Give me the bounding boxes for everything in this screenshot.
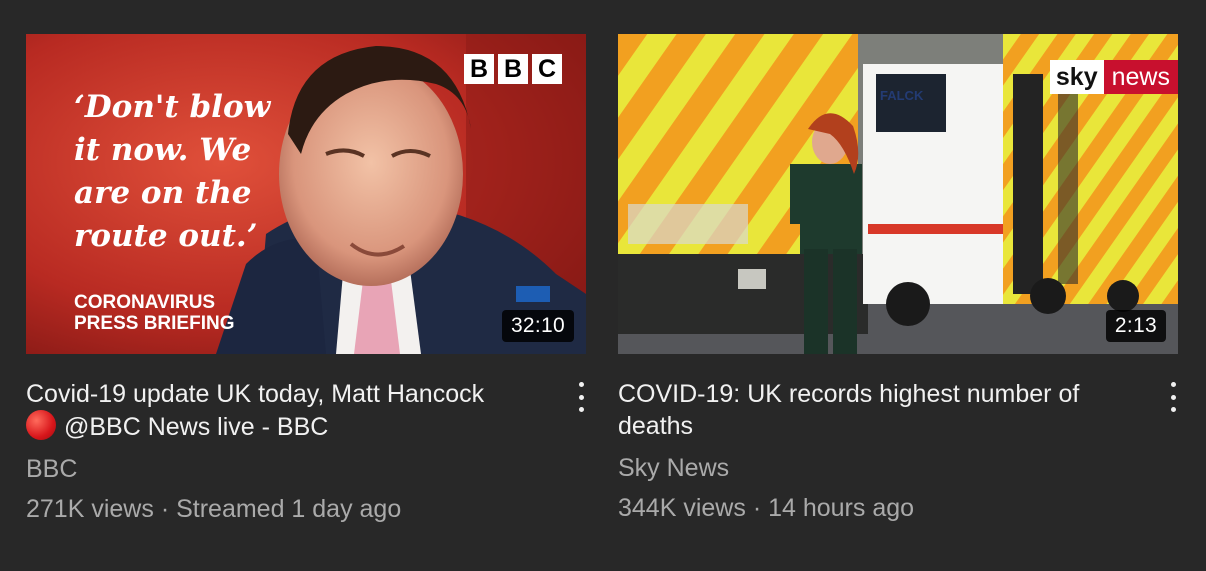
video-stats: 344K views · 14 hours ago	[618, 492, 1178, 524]
video-duration: 2:13	[1105, 310, 1166, 342]
thumbnail-caption-line2: PRESS BRIEFING	[74, 313, 235, 334]
view-count: 271K views	[26, 495, 154, 523]
channel-name[interactable]: BBC	[26, 453, 586, 485]
svg-text:FALCK: FALCK	[880, 88, 924, 103]
upload-age: Streamed 1 day ago	[176, 495, 402, 523]
video-title[interactable]: Covid-19 update UK today, Matt Hancock @…	[26, 378, 546, 443]
video-details: Covid-19 update UK today, Matt Hancock @…	[26, 354, 586, 525]
thumbnail-caption-line1: CORONAVIRUS	[74, 292, 216, 313]
news-logo-text: news	[1103, 60, 1178, 94]
bbc-logo-letter: B	[464, 54, 494, 84]
video-duration: 32:10	[501, 310, 574, 342]
video-thumbnail[interactable]: ‘Don't blow it now. We are on the route …	[26, 34, 586, 354]
video-title-line2: @BBC News live - BBC	[64, 413, 329, 441]
video-stats: 271K views · Streamed 1 day ago	[26, 493, 586, 525]
bbc-logo-letter: C	[532, 54, 562, 84]
bbc-logo: B B C	[464, 54, 562, 84]
bbc-logo-letter: B	[498, 54, 528, 84]
view-count: 344K views	[618, 494, 746, 522]
channel-name[interactable]: Sky News	[618, 452, 1178, 484]
separator: ·	[160, 495, 170, 523]
thumbnail-quote: ‘Don't blow it now. We are on the route …	[74, 89, 271, 254]
separator: ·	[752, 494, 762, 522]
thumbnail-caption: CORONAVIRUS PRESS BRIEFING	[74, 292, 234, 334]
sky-news-logo: sky news	[1049, 60, 1178, 94]
sky-logo-text: sky	[1049, 60, 1104, 94]
video-grid: ‘Don't blow it now. We are on the route …	[0, 0, 1206, 571]
video-details: COVID-19: UK records highest number of d…	[618, 354, 1178, 524]
upload-age: 14 hours ago	[768, 494, 915, 522]
video-title-line1: Covid-19 update UK today, Matt Hancock	[26, 380, 485, 408]
video-thumbnail[interactable]: FALCK sky news 2:13	[618, 34, 1178, 354]
video-card[interactable]: FALCK sky news 2:13 COVID-19: UK records…	[618, 34, 1178, 524]
live-dot-icon	[26, 410, 56, 440]
video-card[interactable]: ‘Don't blow it now. We are on the route …	[26, 34, 586, 525]
video-title[interactable]: COVID-19: UK records highest number of d…	[618, 378, 1138, 442]
more-vert-icon[interactable]	[1168, 382, 1178, 412]
more-vert-icon[interactable]	[576, 382, 586, 412]
